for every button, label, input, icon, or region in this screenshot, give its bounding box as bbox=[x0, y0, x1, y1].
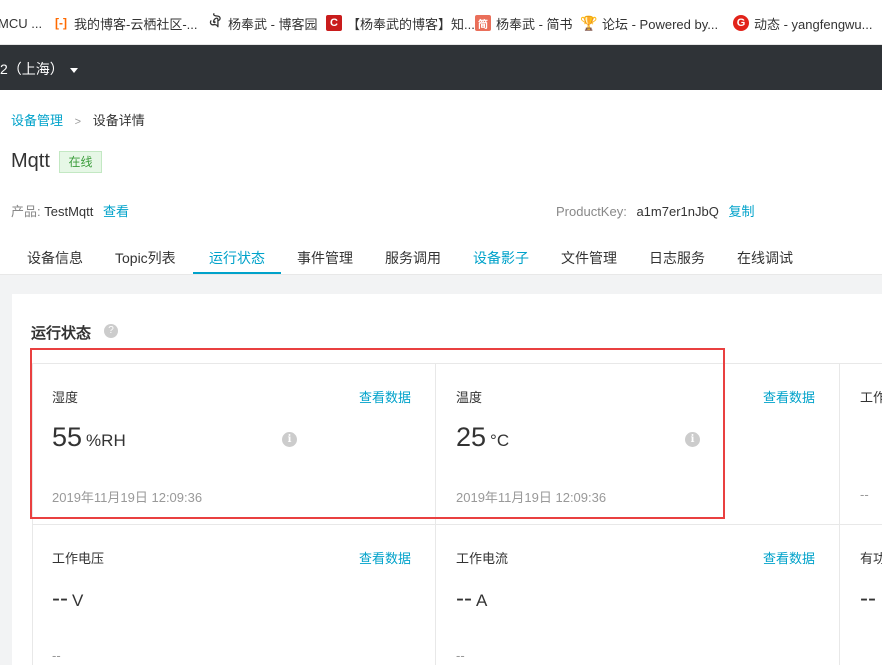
highlight-annotation-box bbox=[30, 348, 725, 519]
grid-row-divider bbox=[32, 524, 882, 525]
view-product-link[interactable]: 查看 bbox=[103, 204, 129, 219]
breadcrumb-current: 设备详情 bbox=[92, 113, 145, 128]
card-current-name: 工作电流 bbox=[456, 551, 509, 566]
bookmark-label: 杨奉武 - 简书 bbox=[496, 16, 573, 32]
caret-down-icon bbox=[69, 67, 78, 73]
active-tab-indicator bbox=[193, 272, 281, 274]
gitee-icon: G bbox=[733, 15, 749, 31]
tab-topic-list[interactable]: Topic列表 bbox=[115, 248, 176, 268]
tab-online-debug[interactable]: 在线调试 bbox=[737, 248, 793, 268]
grid-col-divider-2 bbox=[839, 363, 840, 665]
question-icon[interactable]: ? bbox=[104, 324, 118, 338]
card-current-time: -- bbox=[456, 648, 465, 663]
bookmark-label: 杨奉武 - 博客园 bbox=[228, 16, 318, 32]
status-badge: 在线 bbox=[59, 151, 102, 173]
card-work-time: -- bbox=[860, 487, 869, 502]
console-top-bar: 2（上海） bbox=[0, 45, 882, 90]
tab-event-management[interactable]: 事件管理 bbox=[297, 248, 353, 268]
page-title: Mqtt bbox=[11, 150, 50, 172]
bookmark-label: 动态 - yangfengwu... bbox=[754, 16, 873, 32]
product-info: 产品: TestMqtt 查看 bbox=[11, 201, 129, 220]
csdn-icon: C bbox=[326, 15, 342, 31]
card-voltage-value: -- V bbox=[52, 585, 83, 613]
card-voltage-time: -- bbox=[52, 648, 61, 663]
bookmark-item-5[interactable]: 简 杨奉武 - 简书 bbox=[475, 14, 573, 32]
region-selector[interactable]: 2（上海） bbox=[0, 59, 78, 79]
cnblogs-icon: ঐ bbox=[209, 14, 221, 30]
card-work-name: 工作 bbox=[860, 390, 882, 405]
bookmark-label: 【杨奉武的博客】知... bbox=[347, 16, 475, 32]
tab-device-info[interactable]: 设备信息 bbox=[27, 248, 83, 268]
chevron-right-icon: > bbox=[74, 116, 82, 128]
tab-strip-edge bbox=[0, 0, 882, 6]
card-power-value: -- bbox=[860, 585, 876, 612]
tab-device-shadow[interactable]: 设备影子 bbox=[473, 248, 529, 268]
bookmark-label: 我的博客-云栖社区-... bbox=[74, 16, 198, 32]
tab-log-service[interactable]: 日志服务 bbox=[649, 248, 705, 268]
bookmark-item-3[interactable]: ঐ 杨奉武 - 博客园 bbox=[207, 14, 318, 32]
value-unit: V bbox=[71, 591, 84, 610]
bookmark-item-6[interactable]: 🏆 论坛 - Powered by... bbox=[580, 14, 719, 32]
tab-file-management[interactable]: 文件管理 bbox=[561, 248, 617, 268]
copy-productkey-link[interactable]: 复制 bbox=[728, 204, 754, 219]
aliyun-icon: [-] bbox=[55, 16, 67, 30]
productkey-value: a1m7er1nJbQ bbox=[636, 204, 719, 219]
section-title: 运行状态 bbox=[31, 325, 92, 342]
tab-service-call[interactable]: 服务调用 bbox=[385, 248, 441, 268]
region-label: 2（上海） bbox=[0, 61, 64, 77]
bookmark-item-2[interactable]: [-] 我的博客-云栖社区-... bbox=[53, 14, 198, 32]
card-current-view-data-link[interactable]: 查看数据 bbox=[763, 548, 815, 567]
product-label: 产品: bbox=[11, 204, 41, 219]
value-number: -- bbox=[456, 585, 472, 612]
jianshu-icon: 简 bbox=[475, 15, 491, 31]
trophy-icon: 🏆 bbox=[580, 14, 598, 31]
bookmark-item-7[interactable]: G 动态 - yangfengwu... bbox=[733, 14, 873, 32]
value-number: -- bbox=[52, 585, 68, 612]
card-voltage-view-data-link[interactable]: 查看数据 bbox=[359, 548, 411, 567]
value-unit: A bbox=[475, 591, 488, 610]
card-power-name: 有功 bbox=[860, 551, 882, 566]
detail-tabs: 设备信息 Topic列表 运行状态 事件管理 服务调用 设备影子 文件管理 日志… bbox=[0, 236, 882, 275]
productkey-label: ProductKey: bbox=[556, 204, 627, 219]
breadcrumb: 设备管理 > 设备详情 bbox=[11, 110, 145, 129]
bookmark-label: MCU ... bbox=[0, 15, 43, 31]
bookmark-item-4[interactable]: C 【杨奉武的博客】知... bbox=[326, 14, 475, 32]
card-voltage-name: 工作电压 bbox=[52, 551, 105, 566]
card-current-value: -- A bbox=[456, 585, 487, 613]
tab-running-status[interactable]: 运行状态 bbox=[209, 248, 265, 268]
card-temperature-view-data-link[interactable]: 查看数据 bbox=[763, 387, 815, 406]
breadcrumb-parent-link[interactable]: 设备管理 bbox=[11, 113, 63, 128]
bookmark-item-1[interactable]: MCU ... bbox=[0, 14, 42, 32]
bookmark-label: 论坛 - Powered by... bbox=[602, 16, 719, 32]
product-value: TestMqtt bbox=[44, 204, 94, 219]
productkey-info: ProductKey: a1m7er1nJbQ 复制 bbox=[556, 201, 754, 220]
bookmarks-bar: MCU ... [-] 我的博客-云栖社区-... ঐ 杨奉武 - 博客园 C … bbox=[0, 0, 882, 45]
